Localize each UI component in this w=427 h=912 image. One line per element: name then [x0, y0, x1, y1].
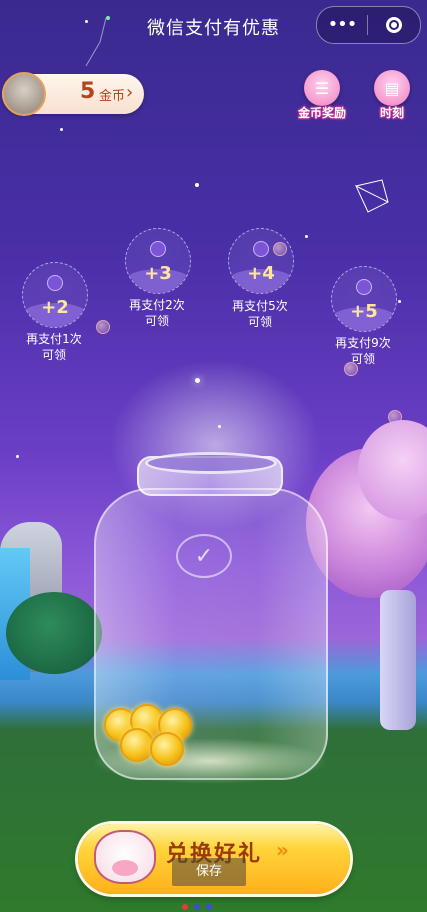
- avatar[interactable]: [2, 72, 46, 116]
- coin-balance-pill[interactable]: 5 金币 ›: [2, 72, 144, 116]
- cow-mascot-icon: [94, 830, 156, 884]
- star-decoration: [305, 235, 308, 238]
- page-indicator: [182, 904, 212, 910]
- chevron-right-icon: ›: [126, 82, 134, 103]
- reward-points: +4: [247, 263, 275, 284]
- reward-caption-line2: 可领: [41, 348, 66, 362]
- double-chevron-right-icon: »: [276, 838, 289, 862]
- jar-lid-rim: [145, 452, 277, 474]
- reward-bubble[interactable]: +4: [228, 228, 294, 294]
- reward-points: +5: [350, 301, 378, 322]
- page-dot: [194, 904, 200, 910]
- reward-caption-line1: 再支付9次: [335, 336, 391, 350]
- reward-caption: 再支付1次 可领: [9, 331, 99, 363]
- coin-rewards-label: 金币奖励: [297, 106, 346, 120]
- wechat-pay-icon: [253, 241, 269, 257]
- page-dot-active: [182, 904, 188, 910]
- coin-unit: 金币: [99, 89, 126, 104]
- reward-caption-line2: 可领: [247, 315, 272, 329]
- reward-bubble[interactable]: +2: [22, 262, 88, 328]
- reward-caption-line2: 可领: [350, 352, 375, 366]
- reward-points: +3: [144, 263, 172, 284]
- coin-rewards-button[interactable]: ☰ 金币奖励: [292, 70, 352, 121]
- list-icon: ☰: [304, 70, 340, 106]
- reward-caption: 再支付9次 可领: [318, 335, 408, 367]
- close-button[interactable]: [368, 17, 420, 33]
- reward-caption-line1: 再支付1次: [26, 332, 82, 346]
- more-button[interactable]: •••: [317, 7, 367, 43]
- reward-caption-line2: 可领: [144, 314, 169, 328]
- wechat-pay-icon: [150, 241, 166, 257]
- wechat-pay-icon: [356, 279, 372, 295]
- reward-caption-line1: 再支付5次: [232, 299, 288, 313]
- page-dot: [206, 904, 212, 910]
- star-decoration: [398, 300, 401, 303]
- calendar-icon: ▤: [374, 70, 410, 106]
- moments-label: 时刻: [379, 106, 404, 120]
- reward-caption: 再支付2次 可领: [112, 297, 202, 329]
- coin-icon: [150, 732, 184, 766]
- reward-caption: 再支付5次 可领: [215, 298, 305, 330]
- reward-bubble[interactable]: +3: [125, 228, 191, 294]
- reward-points: +2: [41, 297, 69, 318]
- star-decoration: [60, 128, 63, 131]
- coin-count: 5: [80, 79, 96, 104]
- star-decoration: [195, 183, 199, 187]
- constellation-icon: [354, 179, 389, 213]
- reward-bubble[interactable]: +5: [331, 266, 397, 332]
- reward-caption-line1: 再支付2次: [129, 298, 185, 312]
- coin-icon: [120, 728, 154, 762]
- tree-trunk: [380, 590, 416, 730]
- mini-program-capsule: •••: [316, 6, 421, 44]
- wechat-pay-icon: [47, 275, 63, 291]
- game-scene: 微信支付有优惠 ••• 5 金币 › ☰ 金币奖励 ▤ 时刻 +2 再支付1次 …: [0, 0, 427, 912]
- star-decoration: [16, 455, 19, 458]
- bush-left: [6, 592, 102, 674]
- save-button[interactable]: 保存: [172, 858, 246, 886]
- wechat-pay-icon: ✓: [176, 534, 232, 578]
- target-icon: [386, 17, 402, 33]
- moments-button[interactable]: ▤ 时刻: [362, 70, 422, 121]
